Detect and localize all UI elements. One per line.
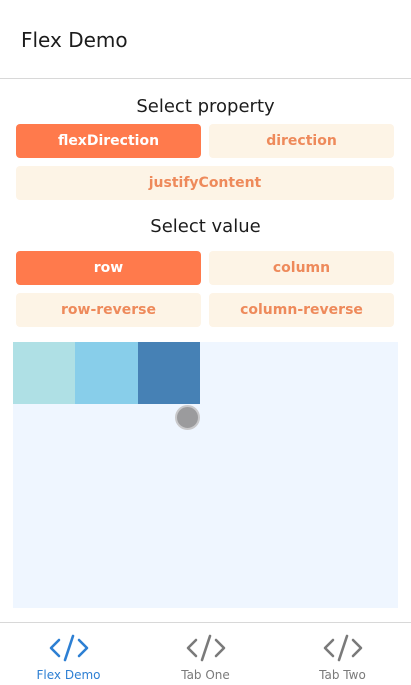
value-option-column[interactable]: column	[209, 251, 394, 285]
value-option-row-reverse[interactable]: row-reverse	[16, 293, 201, 327]
tab-two[interactable]: Tab Two	[274, 623, 411, 685]
drag-handle[interactable]	[175, 405, 200, 430]
code-icon	[49, 634, 88, 662]
tab-label: Flex Demo	[36, 668, 101, 682]
app-header: Flex Demo	[0, 0, 411, 79]
tab-one[interactable]: Tab One	[137, 623, 274, 685]
bottom-tab-bar: Flex Demo Tab One Tab Two	[0, 622, 411, 684]
code-icon	[323, 634, 362, 662]
property-option-flex-direction[interactable]: flexDirection	[16, 124, 201, 158]
property-section-label: Select property	[136, 96, 275, 117]
preview-box-2	[75, 342, 138, 404]
value-option-row[interactable]: row	[16, 251, 201, 285]
page-title: Flex Demo	[21, 28, 128, 52]
value-section-label: Select value	[150, 216, 261, 237]
property-option-justify-content[interactable]: justifyContent	[16, 166, 394, 200]
tab-label: Tab Two	[319, 668, 366, 682]
preview-box-1	[13, 342, 75, 404]
preview-box-3	[138, 342, 200, 404]
tab-flex-demo[interactable]: Flex Demo	[0, 623, 137, 685]
value-option-column-reverse[interactable]: column-reverse	[209, 293, 394, 327]
property-option-direction[interactable]: direction	[209, 124, 394, 158]
flex-preview-area	[13, 342, 398, 608]
tab-label: Tab One	[181, 668, 230, 682]
code-icon	[186, 634, 225, 662]
